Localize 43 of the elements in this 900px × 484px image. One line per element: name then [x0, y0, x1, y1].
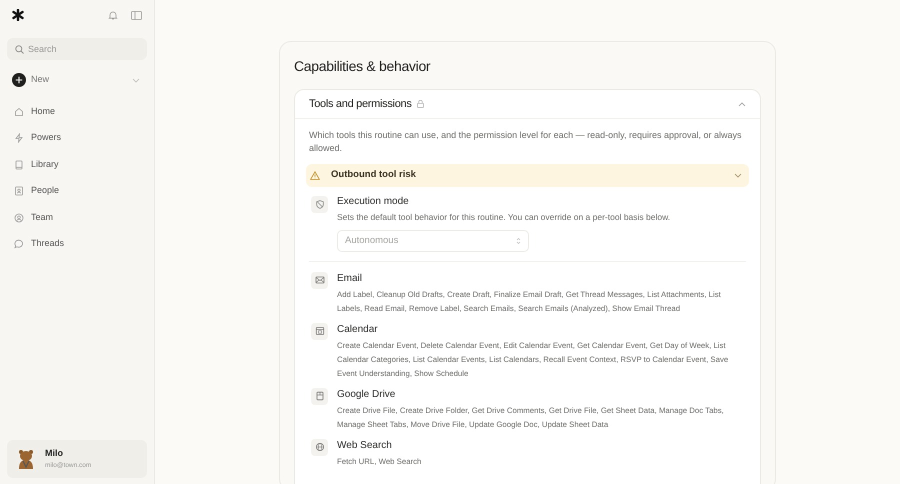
tool-name: Calendar: [337, 322, 379, 337]
plus-icon: [12, 73, 26, 87]
panel-title: Tools and permissions: [309, 96, 412, 112]
execution-mode-description: Sets the default tool behavior for this routine. You can override on a per-tool basis below.: [337, 211, 670, 224]
nav-item[interactable]: People: [7, 182, 147, 200]
chat-bubble-icon: [14, 239, 24, 249]
new-button[interactable]: New: [12, 73, 50, 87]
warning-icon: [310, 171, 320, 180]
contact-card-icon: [14, 186, 24, 196]
bell-icon[interactable]: [108, 10, 118, 20]
sidebar-toggle-icon[interactable]: [131, 10, 142, 20]
warning-bar[interactable]: Outbound tool risk: [306, 164, 749, 187]
chevron-icon[interactable]: [738, 102, 746, 106]
search-field[interactable]: Search: [7, 38, 147, 60]
section-title: Capabilities & behavior: [294, 57, 432, 76]
bear-avatar-icon: [17, 449, 35, 469]
envelope-icon: [314, 275, 324, 286]
user-name: Milo: [45, 446, 64, 460]
asterisk-logo-icon[interactable]: [12, 9, 24, 21]
globe-icon: [314, 442, 324, 452]
tool-name: Web Search: [337, 438, 393, 453]
lock-icon: [416, 100, 424, 108]
warning-label: Outbound tool risk: [331, 168, 416, 182]
calendar-icon: [314, 326, 324, 336]
chevron-icon: [734, 173, 742, 178]
updown-caret-icon: [516, 236, 521, 245]
execution-mode-title: Execution mode: [337, 195, 410, 209]
nav-item[interactable]: Powers: [7, 130, 147, 146]
person-circle-icon: [14, 212, 24, 222]
search-icon: [15, 45, 24, 54]
panel-description: Which tools this routine can use, and the permission level for each — read-only, requires approval, or always allowed.: [309, 129, 743, 155]
document-icon: [314, 391, 324, 402]
tool-name: Google Drive: [337, 388, 396, 402]
nav-item[interactable]: Team: [7, 209, 147, 226]
nav-item[interactable]: Threads: [7, 236, 147, 252]
house-icon: [14, 106, 24, 116]
lightning-icon: [14, 133, 24, 143]
nav-item[interactable]: Home: [7, 103, 147, 120]
shield-icon: [316, 200, 324, 209]
chevron-down-icon[interactable]: [132, 78, 140, 82]
tool-name: Email: [337, 272, 364, 286]
book-icon: [14, 160, 24, 170]
nav-item[interactable]: Library: [7, 156, 147, 173]
